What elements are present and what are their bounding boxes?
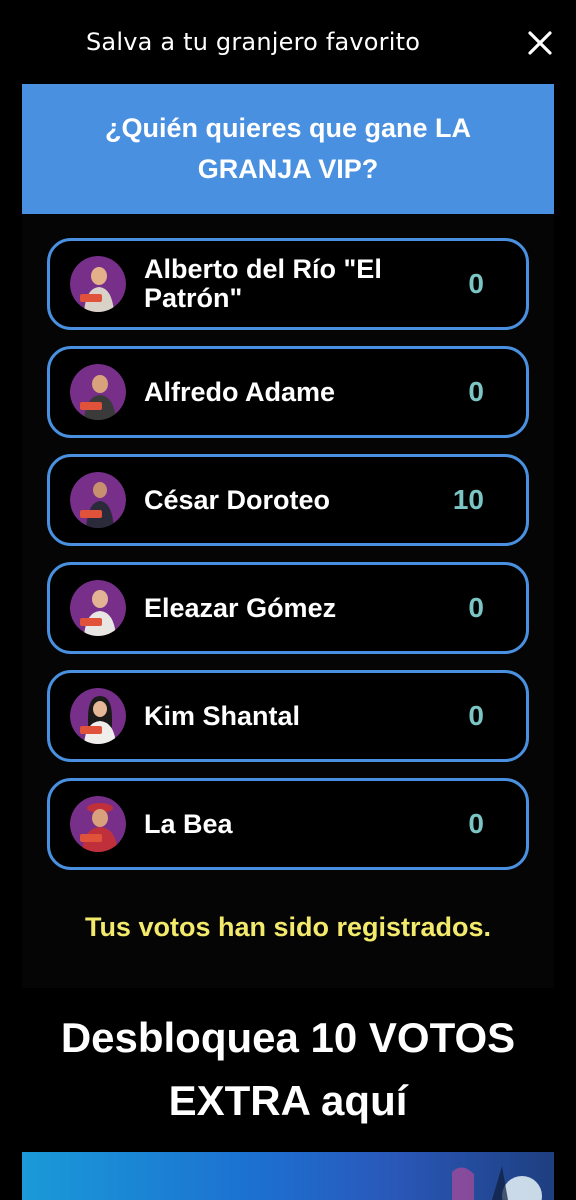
close-icon [528,31,552,55]
option-name: Alfredo Adame [144,376,336,407]
option-name: La Bea [144,808,233,839]
vote-option-kim[interactable]: Kim Shantal 0 [47,670,529,762]
vote-count: 0 [468,376,484,407]
header-bar: Salva a tu granjero favorito [0,0,576,86]
vote-count: 10 [452,484,484,515]
avatar [70,688,126,744]
avatar [70,580,126,636]
vote-count: 0 [468,592,484,623]
poll-banner: ¿Quién quieres que gane LA GRANJA VIP? [22,84,554,214]
vote-option-alberto[interactable]: Alberto del Río "El Patrón" 0 [47,238,529,330]
unlock-extra-votes-link[interactable]: Desbloquea 10 VOTOS EXTRA aquí [0,1006,576,1132]
vote-option-eleazar[interactable]: Eleazar Gómez 0 [47,562,529,654]
vote-option-la-bea[interactable]: La Bea 0 [47,778,529,870]
avatar [70,796,126,852]
option-name: Kim Shantal [144,700,301,731]
option-name: Alberto del Río "El Patrón" [144,254,382,313]
header-title: Salva a tu granjero favorito [86,28,421,56]
avatar [70,256,126,312]
vote-option-alfredo[interactable]: Alfredo Adame 0 [47,346,529,438]
vote-count: 0 [468,700,484,731]
poll-question: ¿Quién quieres que gane LA GRANJA VIP? [104,113,472,184]
vote-count: 0 [468,808,484,839]
close-button[interactable] [524,27,556,59]
promo-banner-image[interactable] [22,1152,554,1200]
status-message: Tus votos han sido registrados. [84,912,492,942]
avatar [70,472,126,528]
option-name: Eleazar Gómez [144,592,337,623]
avatar [70,364,126,420]
vote-count: 0 [468,268,484,299]
poll-panel: ¿Quién quieres que gane LA GRANJA VIP? A… [22,84,554,988]
option-name: César Doroteo [144,484,331,515]
vote-option-cesar[interactable]: César Doroteo 10 [47,454,529,546]
